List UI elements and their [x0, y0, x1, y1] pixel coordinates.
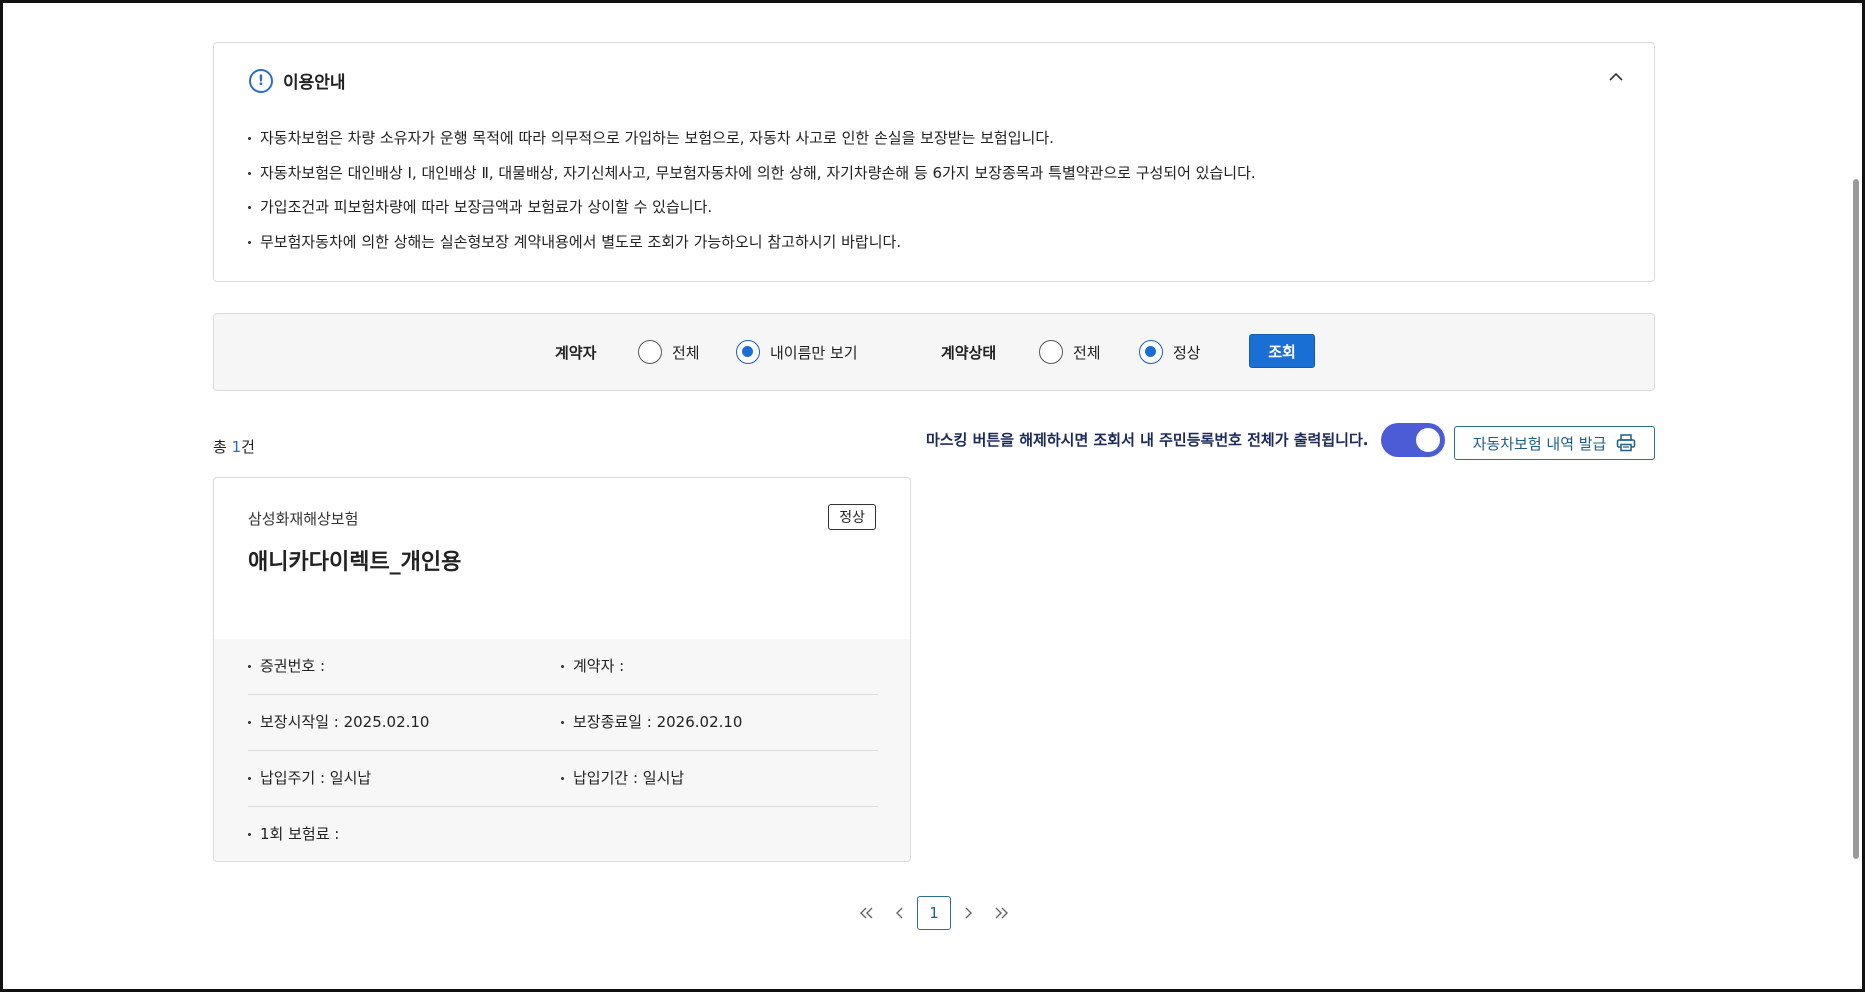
insurer-name: 삼성화재해상보험 [248, 510, 359, 528]
total-count: 총 1건 [213, 436, 255, 457]
status-all-radio[interactable]: 전체 [1039, 340, 1101, 364]
detail-row: 납입주기 : 일시납 납입기간 : 일시납 [248, 751, 878, 807]
masking-toggle[interactable] [1381, 423, 1445, 457]
total-count-number: 1 [231, 438, 242, 456]
coverage-start: 보장시작일 : 2025.02.10 [248, 711, 429, 732]
prev-page-icon[interactable] [883, 896, 917, 930]
status-badge: 정상 [828, 504, 876, 530]
masking-notice: 마스킹 버튼을 해제하시면 조회서 내 주민등록번호 전체가 출력됩니다. [926, 431, 1369, 449]
chevron-up-icon[interactable] [1608, 69, 1624, 85]
payment-period: 납입기간 : 일시납 [561, 767, 684, 788]
notice-header: ! 이용안내 [249, 68, 346, 93]
filter-bar: 계약자 전체 내이름만 보기 계약상태 전체 정상 조회 [213, 313, 1655, 391]
detail-row: 증권번호 : 계약자 : [248, 639, 878, 695]
first-page-icon[interactable] [849, 896, 883, 930]
notice-item: 자동차보험은 차량 소유자가 운행 목적에 따라 의무적으로 가입하는 보험으로… [248, 121, 1256, 156]
scrollbar-thumb[interactable] [1853, 179, 1859, 859]
page-button-current[interactable]: 1 [917, 896, 951, 930]
issue-auto-insurance-button[interactable]: 자동차보험 내역 발급 [1454, 426, 1655, 460]
pagination: 1 [849, 896, 1019, 930]
contractor-all-radio[interactable]: 전체 [638, 340, 700, 364]
policy-number: 증권번호 : [248, 655, 325, 676]
radio-checked-icon [1139, 340, 1163, 364]
radio-unchecked-icon [1039, 340, 1063, 364]
contract-card[interactable]: 삼성화재해상보험 정상 애니카다이렉트_개인용 증권번호 : 계약자 : 보장시… [213, 477, 911, 862]
radio-label: 전체 [1073, 343, 1101, 362]
notice-item: 무보험자동차에 의한 상해는 실손형보장 계약내용에서 별도로 조회가 가능하오… [248, 225, 1256, 260]
premium-per-payment: 1회 보험료 : [248, 823, 339, 844]
radio-unchecked-icon [638, 340, 662, 364]
status-label: 계약상태 [941, 344, 997, 362]
radio-checked-icon [736, 340, 760, 364]
contractor-label: 계약자 [555, 344, 597, 362]
next-page-icon[interactable] [951, 896, 985, 930]
status-normal-radio[interactable]: 정상 [1139, 340, 1201, 364]
detail-row: 1회 보험료 : [248, 807, 878, 861]
contractor: 계약자 : [561, 655, 624, 676]
total-prefix: 총 [213, 438, 232, 456]
detail-row: 보장시작일 : 2025.02.10 보장종료일 : 2026.02.10 [248, 695, 878, 751]
notice-item: 가입조건과 피보험차량에 따라 보장금액과 보험료가 상이할 수 있습니다. [248, 190, 1256, 225]
notice-item: 자동차보험은 대인배상 Ⅰ, 대인배상 Ⅱ, 대물배상, 자기신체사고, 무보험… [248, 156, 1256, 191]
search-button[interactable]: 조회 [1249, 334, 1315, 368]
issue-button-label: 자동차보험 내역 발급 [1472, 434, 1607, 453]
radio-label: 전체 [672, 343, 700, 362]
toggle-knob [1416, 428, 1440, 452]
info-icon: ! [249, 68, 273, 93]
radio-label: 내이름만 보기 [770, 343, 858, 362]
coverage-end: 보장종료일 : 2026.02.10 [561, 711, 742, 732]
radio-label: 정상 [1173, 343, 1201, 362]
product-name: 애니카다이렉트_개인용 [248, 550, 462, 575]
total-suffix: 건 [241, 438, 255, 456]
last-page-icon[interactable] [985, 896, 1019, 930]
payment-cycle: 납입주기 : 일시납 [248, 767, 371, 788]
notice-title: 이용안내 [283, 73, 346, 93]
notice-list: 자동차보험은 차량 소유자가 운행 목적에 따라 의무적으로 가입하는 보험으로… [248, 121, 1256, 259]
vertical-scrollbar[interactable] [1849, 3, 1859, 989]
printer-icon [1617, 434, 1636, 452]
contract-details: 증권번호 : 계약자 : 보장시작일 : 2025.02.10 보장종료일 : … [214, 639, 910, 861]
usage-notice: ! 이용안내 자동차보험은 차량 소유자가 운행 목적에 따라 의무적으로 가입… [213, 42, 1655, 282]
contractor-mine-radio[interactable]: 내이름만 보기 [736, 340, 858, 364]
